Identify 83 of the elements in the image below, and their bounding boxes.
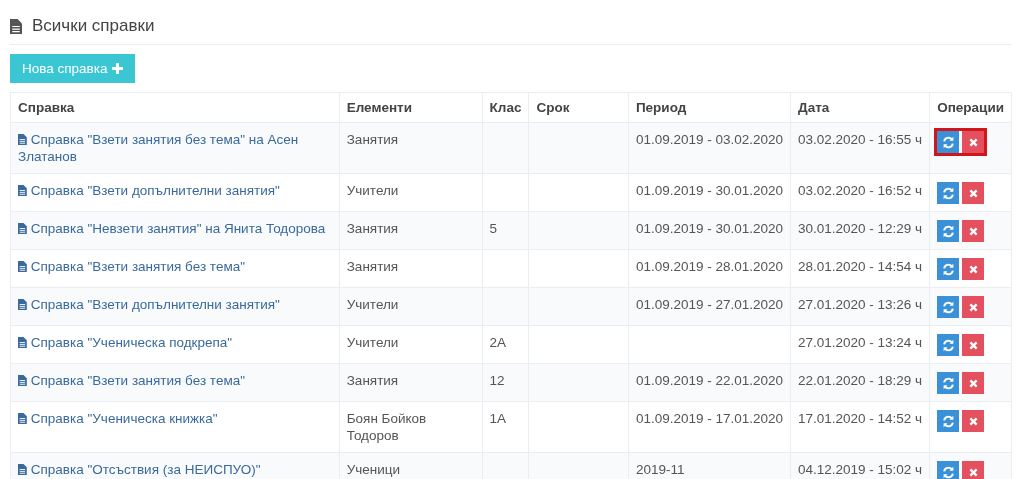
close-icon [968, 340, 978, 350]
table-cell: 01.09.2019 - 28.01.2020 [628, 249, 791, 288]
close-icon [968, 226, 978, 236]
document-icon [18, 375, 27, 386]
refresh-icon [941, 300, 955, 314]
refresh-button[interactable] [937, 410, 960, 432]
column-header: Справка [10, 92, 340, 123]
column-header: Период [628, 92, 791, 123]
document-icon [18, 337, 27, 348]
refresh-button[interactable] [937, 334, 960, 356]
table-cell: 27.01.2020 - 13:24 ч [790, 325, 930, 364]
refresh-button[interactable] [937, 372, 960, 394]
column-header: Операции [929, 92, 1012, 123]
document-icon [18, 223, 27, 234]
table-cell: Занятия [339, 211, 483, 250]
document-icon [18, 299, 27, 310]
close-icon [968, 416, 978, 426]
document-icon [10, 18, 22, 34]
table-cell: Учители [339, 287, 483, 326]
close-icon [968, 302, 978, 312]
refresh-button[interactable] [937, 258, 960, 280]
refresh-icon [941, 224, 955, 238]
document-icon [18, 413, 27, 424]
delete-button[interactable] [962, 296, 985, 318]
refresh-button[interactable] [937, 182, 960, 204]
refresh-icon [941, 262, 955, 276]
refresh-button[interactable] [937, 131, 960, 153]
refresh-icon [941, 414, 955, 428]
delete-button[interactable] [962, 334, 985, 356]
table-cell: 01.09.2019 - 30.01.2020 [628, 211, 791, 250]
table-cell: 12 [482, 363, 529, 402]
refresh-button[interactable] [937, 296, 960, 318]
document-icon [18, 261, 27, 272]
table-cell: Учители [339, 173, 483, 212]
delete-button[interactable] [962, 131, 985, 153]
table-cell: 28.01.2020 - 14:54 ч [790, 249, 930, 288]
column-header: Клас [482, 92, 529, 123]
table-cell: 30.01.2020 - 12:29 ч [790, 211, 930, 250]
close-icon [968, 467, 978, 477]
table-cell: 22.01.2020 - 18:29 ч [790, 363, 930, 402]
table-cell: 01.09.2019 - 22.01.2020 [628, 363, 791, 402]
table-cell: 2А [482, 325, 529, 364]
table-cell: Учители [339, 325, 483, 364]
table-cell: 01.09.2019 - 30.01.2020 [628, 173, 791, 212]
delete-button[interactable] [962, 258, 985, 280]
refresh-icon [941, 465, 955, 479]
close-icon [968, 188, 978, 198]
delete-button[interactable] [962, 182, 985, 204]
report-link[interactable]: Справка "Ученическа книжка" [18, 410, 218, 427]
document-icon [18, 464, 27, 475]
table-cell: Занятия [339, 363, 483, 402]
table-cell: 03.02.2020 - 16:55 ч [790, 122, 930, 174]
document-icon [18, 185, 27, 196]
table-cell: 27.01.2020 - 13:26 ч [790, 287, 930, 326]
delete-button[interactable] [962, 461, 985, 479]
refresh-icon [941, 338, 955, 352]
refresh-button[interactable] [937, 220, 960, 242]
delete-button[interactable] [962, 410, 985, 432]
document-icon [18, 134, 27, 145]
page-title: Всички справки [32, 16, 155, 36]
refresh-icon [941, 186, 955, 200]
close-icon [968, 137, 978, 147]
table-cell: 03.02.2020 - 16:52 ч [790, 173, 930, 212]
refresh-button[interactable] [937, 461, 960, 479]
table-cell: Занятия [339, 249, 483, 288]
table-cell: 01.09.2019 - 03.02.2020 [628, 122, 791, 174]
close-icon [968, 378, 978, 388]
table-cell: 17.01.2020 - 14:52 ч [790, 401, 930, 453]
column-header: Дата [790, 92, 930, 123]
column-header: Срок [528, 92, 629, 123]
table-cell: 01.09.2019 - 27.01.2020 [628, 287, 791, 326]
table-cell: 5 [482, 211, 529, 250]
refresh-icon [941, 135, 955, 149]
delete-button[interactable] [962, 372, 985, 394]
column-header: Елементи [339, 92, 483, 123]
refresh-icon [941, 376, 955, 390]
close-icon [968, 264, 978, 274]
table-cell: 01.09.2019 - 17.01.2020 [628, 401, 791, 453]
table-cell: 1А [482, 401, 529, 453]
plus-icon [111, 63, 123, 74]
table-cell: Боян Бойков Тодоров [339, 401, 483, 453]
table-cell: Занятия [339, 122, 483, 174]
delete-button[interactable] [962, 220, 985, 242]
